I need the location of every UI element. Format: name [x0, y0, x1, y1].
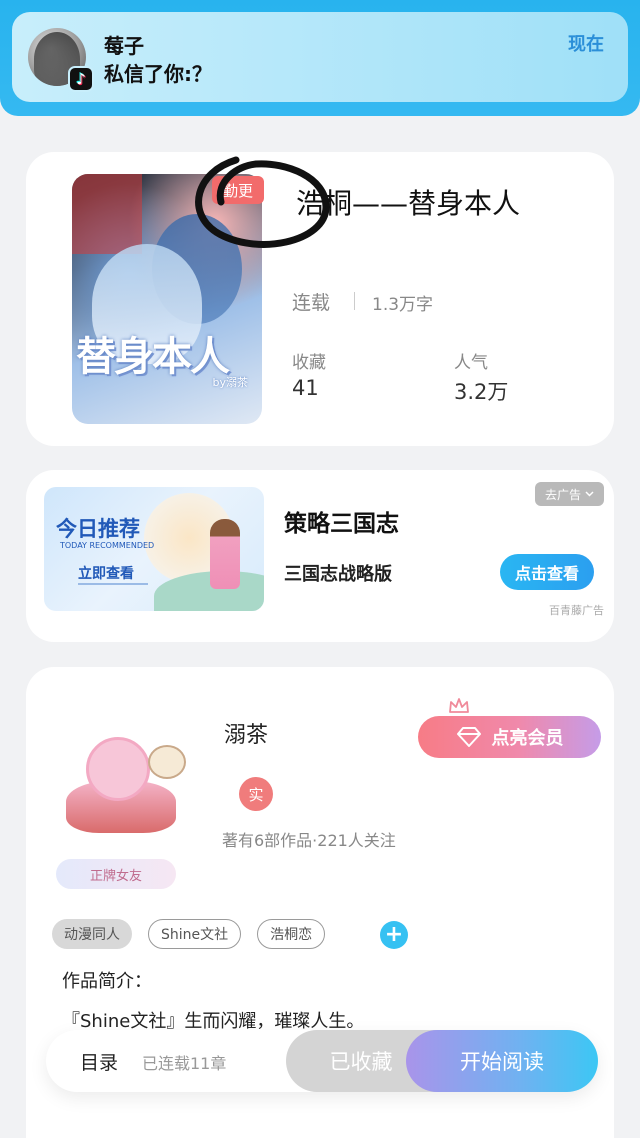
catalog-button[interactable]: 目录 — [80, 1048, 118, 1075]
book-cover[interactable]: 替身本人 by溺茶 — [72, 174, 262, 424]
tag-list: 动漫同人 Shine文社 浩桐恋 — [52, 919, 326, 949]
status-divider — [354, 292, 355, 310]
author-name[interactable]: 溺茶 — [224, 717, 268, 749]
update-badge: 勤更 — [212, 176, 264, 204]
ad-card[interactable]: 今日推荐 TODAY RECOMMENDED 立即查看 策略三国志 三国志战略版… — [26, 470, 614, 642]
notification-card[interactable]: ♪ 莓子 私信了你:？ 现在 — [12, 12, 628, 102]
cover-author-art: by溺茶 — [212, 376, 249, 389]
crown-icon — [449, 698, 469, 713]
popularity-value: 3.2万 — [454, 380, 509, 404]
vip-button-label: 点亮会员 — [491, 728, 564, 749]
avatar-bear-shape — [148, 745, 186, 779]
notification-message: 私信了你:？ — [104, 62, 212, 86]
favorites-label: 收藏 — [292, 353, 326, 373]
book-word-count: 1.3万字 — [372, 295, 434, 315]
notification-sender: 莓子 — [104, 34, 144, 58]
start-reading-button[interactable]: 开始阅读 — [406, 1030, 598, 1092]
author-meta: 著有6部作品·221人关注 — [222, 831, 396, 850]
ad-image[interactable]: 今日推荐 TODAY RECOMMENDED 立即查看 — [44, 487, 264, 611]
tag-item[interactable]: 浩桐恋 — [257, 919, 326, 949]
book-title: 浩桐——替身本人 — [296, 187, 521, 220]
ad-source-label: 百青藤广告 — [549, 604, 604, 617]
remove-ad-button[interactable]: 去广告 — [534, 482, 604, 506]
ad-image-girl — [210, 519, 240, 589]
popularity-label: 人气 — [454, 353, 488, 373]
add-tag-button[interactable]: + — [380, 921, 408, 949]
tiktok-app-icon: ♪ — [68, 66, 94, 92]
tag-item[interactable]: 动漫同人 — [52, 919, 132, 949]
tag-item[interactable]: Shine文社 — [148, 919, 242, 949]
author-avatar-tag: 正牌女友 — [56, 859, 176, 889]
cover-red-glow — [72, 174, 142, 254]
verified-badge: 实 — [239, 777, 273, 811]
notification-time: 现在 — [568, 34, 604, 55]
ad-title: 策略三国志 — [284, 511, 399, 537]
diamond-icon — [456, 727, 481, 747]
tiktok-note-icon: ♪ — [76, 70, 86, 88]
remove-ad-label: 去广告 — [544, 487, 581, 502]
chapter-count: 已连载11章 — [142, 1054, 227, 1073]
book-info-card: 替身本人 by溺茶 勤更 浩桐——替身本人 连载 1.3万字 收藏 41 人气 … — [26, 152, 614, 446]
book-status: 连载 — [292, 292, 331, 314]
ad-image-cta: 立即查看 — [78, 566, 134, 582]
notification-banner-background: ♪ 莓子 私信了你:？ 现在 — [0, 0, 640, 116]
ad-image-underline — [78, 583, 148, 585]
ad-description: 三国志战略版 — [284, 564, 392, 585]
vip-button[interactable]: 点亮会员 — [418, 716, 601, 758]
author-avatar[interactable] — [56, 727, 196, 837]
intro-label: 作品简介： — [62, 971, 152, 992]
favorites-value: 41 — [292, 376, 319, 400]
ad-view-button[interactable]: 点击查看 — [500, 554, 594, 590]
bottom-action-bar: 目录 已连载11章 已收藏 开始阅读 — [46, 1030, 598, 1092]
chevron-down-icon — [585, 491, 594, 497]
avatar-head-shape — [86, 737, 150, 801]
ad-image-headline: 今日推荐 — [56, 517, 140, 541]
ad-image-subtitle: TODAY RECOMMENDED — [60, 541, 155, 550]
